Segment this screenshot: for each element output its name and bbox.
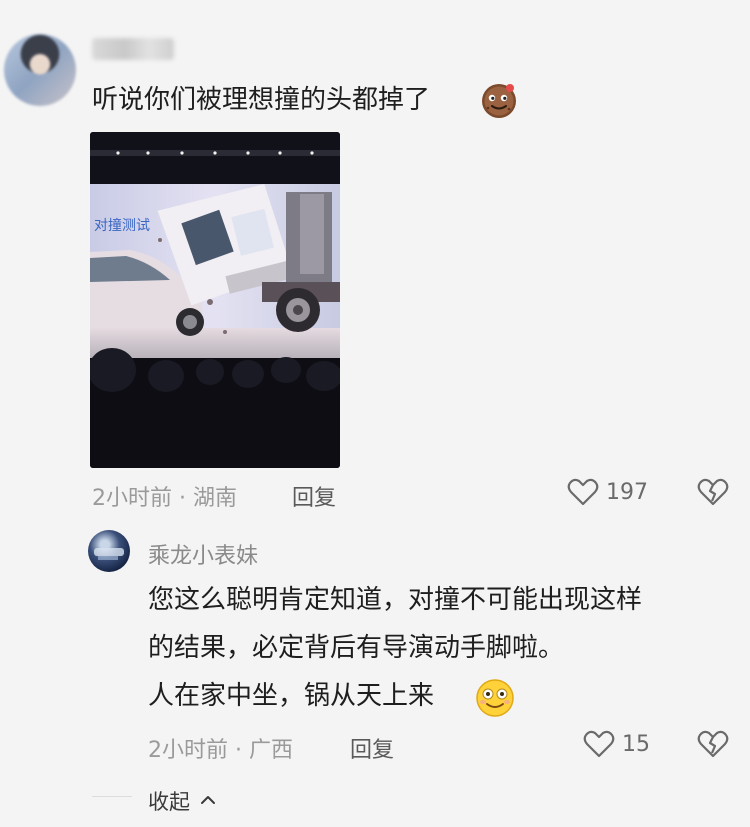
- collapse-label: 收起: [148, 790, 190, 814]
- smiling-face-emoji: [476, 679, 514, 717]
- crash-test-photo: 对撞测试: [90, 132, 340, 468]
- reply-text-line-3: 人在家中坐，锅从天上来: [148, 681, 435, 711]
- commenter-avatar[interactable]: [4, 34, 76, 106]
- commenter-username-blurred[interactable]: [92, 38, 174, 60]
- reply-button[interactable]: 回复: [292, 480, 336, 512]
- heart-icon[interactable]: [566, 477, 600, 507]
- reply-broken-heart-icon[interactable]: [696, 729, 730, 759]
- replier-username[interactable]: 乘龙小表妹: [148, 538, 258, 570]
- comment-meta: 2小时前 · 湖南: [92, 486, 237, 511]
- comment-text: 听说你们被理想撞的头都掉了: [92, 85, 431, 115]
- reply-text-line-2: 的结果，必定背后有导演动手脚啦。: [148, 633, 565, 663]
- cookie-face-emoji: [482, 84, 516, 118]
- reply-text-line-1: 您这么聪明肯定知道，对撞不可能出现这样: [148, 585, 643, 615]
- broken-heart-icon[interactable]: [696, 477, 730, 507]
- comment-image[interactable]: 对撞测试: [90, 132, 340, 468]
- replier-avatar[interactable]: [88, 530, 130, 572]
- collapse-button[interactable]: 收起: [148, 786, 217, 816]
- like-count: 197: [606, 480, 648, 505]
- chevron-up-icon: [200, 796, 215, 804]
- reply-like-count: 15: [622, 732, 650, 757]
- collapse-divider: [92, 796, 132, 797]
- screen-caption: 对撞测试: [94, 218, 150, 234]
- reply-meta: 2小时前 · 广西: [148, 738, 293, 763]
- reply-heart-icon[interactable]: [582, 729, 616, 759]
- reply-reply-button[interactable]: 回复: [350, 732, 394, 764]
